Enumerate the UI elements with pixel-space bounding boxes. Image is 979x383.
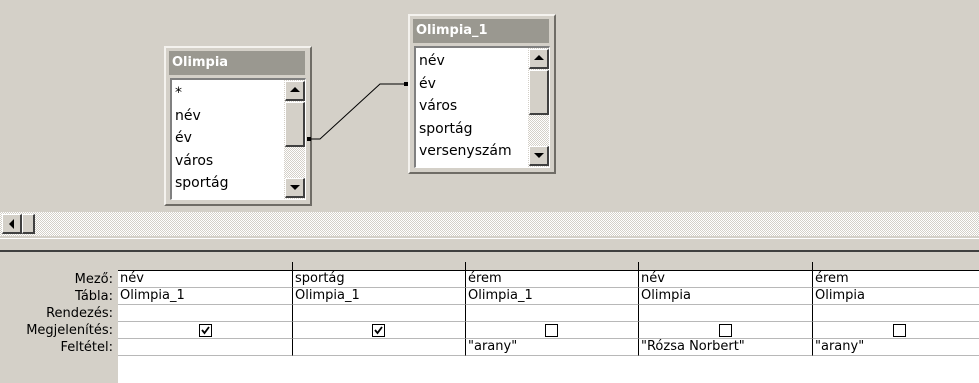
query-design-grid: Mező: Tábla: Rendezés: Megjelenítés: Fel…: [0, 252, 979, 383]
check-icon: [201, 326, 210, 335]
scroll-left-button[interactable]: [2, 214, 22, 234]
field-cell[interactable]: név: [118, 271, 293, 288]
join-line[interactable]: [0, 0, 979, 212]
arrow-left-icon: [9, 219, 14, 229]
row-label-show: Megjelenítés:: [26, 323, 113, 338]
show-cell: [466, 322, 639, 339]
pane-splitter[interactable]: [0, 238, 979, 252]
show-cell: [293, 322, 466, 339]
row-label-sort: Rendezés:: [46, 306, 113, 321]
criteria-cell[interactable]: "arany": [813, 339, 979, 356]
show-checkbox[interactable]: [372, 324, 385, 337]
row-label-field: Mező:: [74, 272, 113, 287]
column-selector[interactable]: [118, 262, 293, 271]
table-cell[interactable]: Olimpia_1: [293, 288, 466, 305]
column-selector[interactable]: [466, 262, 639, 271]
show-checkbox[interactable]: [719, 324, 732, 337]
sort-cell[interactable]: [293, 305, 466, 322]
design-pane-hscrollbar[interactable]: [0, 212, 979, 236]
field-cell[interactable]: érem: [813, 271, 979, 288]
column-selector[interactable]: [293, 262, 466, 271]
row-label-criteria: Feltétel:: [60, 340, 113, 355]
or-row[interactable]: [118, 356, 979, 383]
criteria-cell[interactable]: [293, 339, 466, 356]
show-cell: [639, 322, 813, 339]
row-label-table: Tábla:: [75, 289, 113, 304]
sort-cell[interactable]: [118, 305, 293, 322]
table-cell[interactable]: Olimpia: [639, 288, 813, 305]
show-checkbox[interactable]: [545, 324, 558, 337]
show-checkbox[interactable]: [893, 324, 906, 337]
field-cell[interactable]: érem: [466, 271, 639, 288]
show-checkbox[interactable]: [199, 324, 212, 337]
sort-cell[interactable]: [466, 305, 639, 322]
check-icon: [374, 326, 383, 335]
column-selector[interactable]: [813, 262, 979, 271]
table-cell[interactable]: Olimpia: [813, 288, 979, 305]
criteria-cell[interactable]: "arany": [466, 339, 639, 356]
field-cell[interactable]: sportág: [293, 271, 466, 288]
show-cell: [813, 322, 979, 339]
field-cell[interactable]: név: [639, 271, 813, 288]
table-cell[interactable]: Olimpia_1: [118, 288, 293, 305]
table-cell[interactable]: Olimpia_1: [466, 288, 639, 305]
criteria-cell[interactable]: "Rózsa Norbert": [639, 339, 813, 356]
column-selector[interactable]: [639, 262, 813, 271]
grid-cells: név Olimpia_1 sportág Olimpia_1 érem Oli…: [118, 262, 979, 383]
criteria-cell[interactable]: [118, 339, 293, 356]
sort-cell[interactable]: [639, 305, 813, 322]
hscroll-thumb[interactable]: [22, 214, 35, 234]
show-cell: [118, 322, 293, 339]
sort-cell[interactable]: [813, 305, 979, 322]
